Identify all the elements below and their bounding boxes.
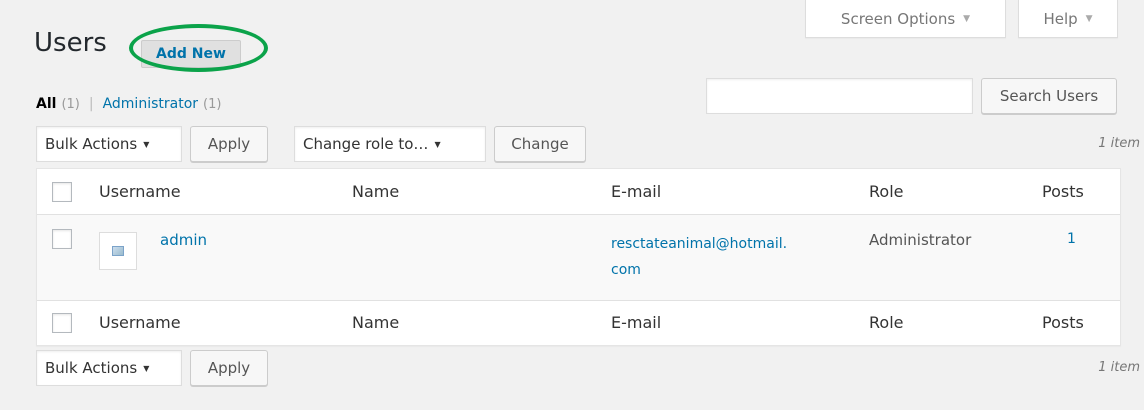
avatar (99, 232, 137, 270)
column-name[interactable]: Name (352, 182, 399, 201)
user-role-filters: All (1) | Administrator (1) (36, 96, 221, 112)
column-role: Role (869, 182, 904, 201)
select-all-checkbox-bottom[interactable] (52, 313, 72, 333)
item-count-bottom: 1 item (1098, 360, 1140, 375)
change-button[interactable]: Change (494, 126, 586, 162)
bulk-actions-label: Bulk Actions (45, 135, 138, 153)
bulk-actions-select-top[interactable]: Bulk Actions ▼ (36, 126, 182, 162)
column-email[interactable]: E-mail (611, 182, 661, 201)
email-link[interactable]: resctateanimal@hotmail. com (611, 231, 787, 283)
filter-all[interactable]: All (36, 96, 56, 112)
dropdown-arrow-icon: ▼ (143, 363, 150, 373)
apply-button-top[interactable]: Apply (190, 126, 268, 162)
row-checkbox[interactable] (52, 229, 72, 249)
column-posts[interactable]: Posts (1042, 182, 1084, 201)
page-title: Users (34, 28, 107, 58)
item-count-top: 1 item (1098, 136, 1140, 151)
screen-options-label: Screen Options (840, 9, 956, 28)
column-username[interactable]: Username (99, 313, 181, 332)
username-link[interactable]: admin (160, 231, 207, 249)
screen-options-tab[interactable]: Screen Options ▼ (805, 0, 1006, 38)
search-input[interactable] (706, 78, 973, 114)
filter-administrator[interactable]: Administrator (103, 96, 198, 112)
search-users-button[interactable]: Search Users (981, 78, 1117, 114)
dropdown-arrow-icon: ▼ (434, 139, 441, 149)
filter-separator: | (88, 96, 94, 112)
bulk-actions-label: Bulk Actions (45, 359, 138, 377)
filter-all-count: (1) (61, 97, 80, 112)
add-new-button[interactable]: Add New (141, 40, 241, 68)
email-line-2: com (611, 262, 641, 278)
caret-down-icon: ▼ (963, 13, 971, 24)
column-username[interactable]: Username (99, 182, 181, 201)
column-name[interactable]: Name (352, 313, 399, 332)
caret-down-icon: ▼ (1085, 13, 1093, 24)
apply-button-bottom[interactable]: Apply (190, 350, 268, 386)
table-header-row: Username Name E-mail Role Posts (37, 169, 1120, 215)
users-table: Username Name E-mail Role Posts admin re… (36, 168, 1121, 346)
table-footer-row: Username Name E-mail Role Posts (37, 300, 1120, 346)
role-cell: Administrator (869, 231, 972, 249)
help-tab[interactable]: Help ▼ (1018, 0, 1118, 38)
change-role-select[interactable]: Change role to… ▼ (294, 126, 486, 162)
column-role: Role (869, 313, 904, 332)
email-line-1: resctateanimal@hotmail. (611, 236, 788, 252)
change-role-label: Change role to… (303, 135, 429, 153)
table-row: admin resctateanimal@hotmail. com Admini… (37, 215, 1120, 300)
column-email[interactable]: E-mail (611, 313, 661, 332)
column-posts[interactable]: Posts (1042, 313, 1084, 332)
filter-administrator-count: (1) (203, 97, 222, 112)
posts-count-link[interactable]: 1 (1067, 231, 1076, 247)
broken-image-icon (112, 246, 124, 256)
dropdown-arrow-icon: ▼ (143, 139, 150, 149)
bulk-actions-select-bottom[interactable]: Bulk Actions ▼ (36, 350, 182, 386)
select-all-checkbox[interactable] (52, 182, 72, 202)
help-label: Help (1043, 9, 1078, 28)
